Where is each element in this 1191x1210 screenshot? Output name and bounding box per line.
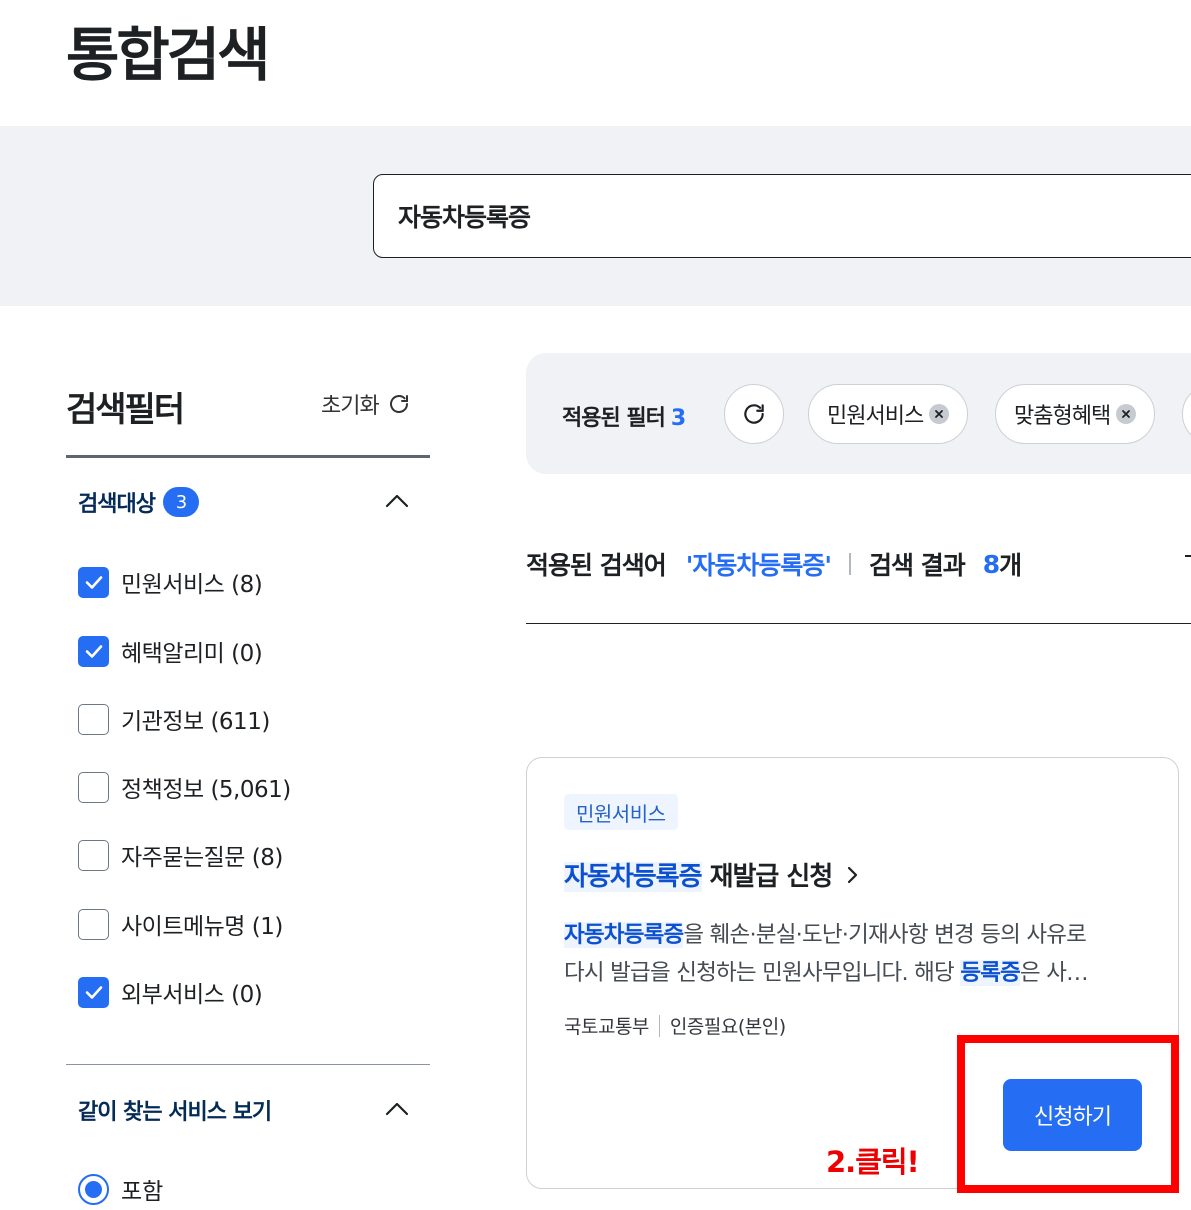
- filter-divider: [66, 455, 430, 458]
- search-box: [373, 174, 1191, 258]
- search-target-option-label: 혜택알리미 (0): [121, 641, 263, 667]
- check-icon: [85, 645, 102, 658]
- checkbox-unchecked[interactable]: [78, 908, 109, 940]
- title-highlight: 자동차등록증: [564, 862, 703, 892]
- chevron-up-icon[interactable]: [383, 1095, 411, 1123]
- meta-separator: [658, 1014, 660, 1037]
- section-divider: [66, 1064, 430, 1065]
- close-icon[interactable]: [1116, 404, 1137, 424]
- desc-text: 을 훼손·분실·도난·기재사항 변경 등의 사유로: [683, 922, 1087, 948]
- check-icon: [85, 576, 102, 589]
- result-meta: 국토교통부 인증필요(본인): [564, 1012, 786, 1039]
- radio-dot: [85, 1180, 102, 1198]
- chevron-up-icon[interactable]: [383, 487, 411, 515]
- together-service-title: 같이 찾는 서비스 보기: [78, 1100, 272, 1125]
- applied-filter-label: 적용된 필터 3: [562, 400, 686, 432]
- meta-auth: 인증필요(본인): [669, 1016, 786, 1038]
- reset-filter-button[interactable]: 초기화: [321, 388, 411, 420]
- sort-control-edge[interactable]: [1185, 555, 1191, 557]
- desc-text: 은 사…: [1020, 960, 1089, 986]
- together-service-header: 같이 찾는 서비스 보기: [78, 1094, 272, 1126]
- desc-highlight: 자동차등록증: [564, 922, 684, 948]
- summary-divider: [526, 623, 1191, 624]
- desc-highlight: 등록증: [960, 960, 1021, 986]
- search-target-option[interactable]: 기관정보 (611): [78, 702, 270, 736]
- search-target-count-badge: 3: [162, 487, 199, 517]
- category-tag: 민원서비스: [564, 794, 678, 830]
- filter-chip[interactable]: [1182, 384, 1191, 444]
- refresh-filters-button[interactable]: [724, 384, 784, 444]
- summary-result-unit: 개: [999, 551, 1022, 580]
- search-target-option[interactable]: 사이트메뉴명 (1): [78, 907, 283, 941]
- applied-filter-text: 적용된 필터: [562, 406, 666, 431]
- page-title: 통합검색: [66, 21, 270, 89]
- close-icon[interactable]: [929, 404, 950, 424]
- checkbox-unchecked[interactable]: [78, 703, 109, 735]
- check-icon: [85, 986, 102, 999]
- refresh-icon: [389, 395, 408, 413]
- refresh-icon: [744, 404, 764, 424]
- checkbox-checked[interactable]: [78, 635, 109, 667]
- search-target-option-label: 외부서비스 (0): [121, 982, 263, 1008]
- search-target-title: 검색대상: [78, 492, 156, 517]
- summary-result-count: 8: [982, 549, 1000, 579]
- include-radio[interactable]: 포함: [78, 1172, 163, 1206]
- search-target-option-label: 민원서비스 (8): [121, 572, 263, 598]
- search-target-option-label: 정책정보 (5,061): [121, 777, 291, 803]
- search-target-option[interactable]: 외부서비스 (0): [78, 975, 263, 1009]
- search-target-option-label: 사이트메뉴명 (1): [121, 914, 283, 940]
- search-target-header: 검색대상 3: [78, 486, 199, 518]
- search-summary: 적용된 검색어 '자동차등록증' 검색 결과 8개: [526, 546, 1022, 582]
- apply-button[interactable]: 신청하기: [1003, 1079, 1142, 1151]
- summary-result-label: 검색 결과: [869, 551, 966, 580]
- checkbox-checked[interactable]: [78, 566, 109, 598]
- include-radio-label: 포함: [121, 1179, 164, 1205]
- search-band: [0, 126, 1191, 306]
- reset-label: 초기화: [321, 394, 380, 419]
- search-target-option[interactable]: 자주묻는질문 (8): [78, 838, 283, 872]
- radio-button[interactable]: [78, 1173, 109, 1205]
- meta-organization: 국토교통부: [564, 1016, 649, 1038]
- filter-chip-label: 맞춤형혜택: [1014, 404, 1111, 429]
- result-title-link[interactable]: 자동차등록증 재발급 신청: [564, 856, 862, 893]
- chevron-right-icon: [848, 866, 858, 883]
- filter-title: 검색필터: [66, 390, 185, 430]
- desc-text: 다시 발급을 신청하는 민원사무입니다. 해당: [564, 960, 961, 986]
- search-target-option[interactable]: 정책정보 (5,061): [78, 770, 291, 804]
- checkbox-checked[interactable]: [78, 976, 109, 1008]
- result-description: 자동차등록증을 훼손·분실·도난·기재사항 변경 등의 사유로 다시 발급을 신…: [564, 916, 1154, 992]
- summary-keyword: '자동차등록증': [685, 551, 832, 580]
- title-rest: 재발급 신청: [709, 862, 834, 892]
- search-target-option-label: 자주묻는질문 (8): [121, 845, 283, 871]
- filter-chip-label: 민원서비스: [827, 404, 924, 429]
- search-target-option[interactable]: 혜택알리미 (0): [78, 634, 263, 668]
- applied-filter-count: 3: [670, 406, 686, 431]
- search-target-option[interactable]: 민원서비스 (8): [78, 565, 263, 599]
- filter-chip[interactable]: 맞춤형혜택: [995, 384, 1156, 444]
- filter-chip[interactable]: 민원서비스: [808, 384, 969, 444]
- annotation-click-label: 2.클릭!: [826, 1145, 920, 1179]
- search-input[interactable]: [398, 175, 1158, 257]
- checkbox-unchecked[interactable]: [78, 839, 109, 871]
- applied-filter-bar: 적용된 필터 3 민원서비스 맞춤형혜택: [526, 353, 1191, 474]
- checkbox-unchecked[interactable]: [78, 771, 109, 803]
- summary-separator: [849, 553, 852, 575]
- search-target-option-label: 기관정보 (611): [121, 709, 270, 735]
- summary-prefix: 적용된 검색어: [526, 551, 667, 580]
